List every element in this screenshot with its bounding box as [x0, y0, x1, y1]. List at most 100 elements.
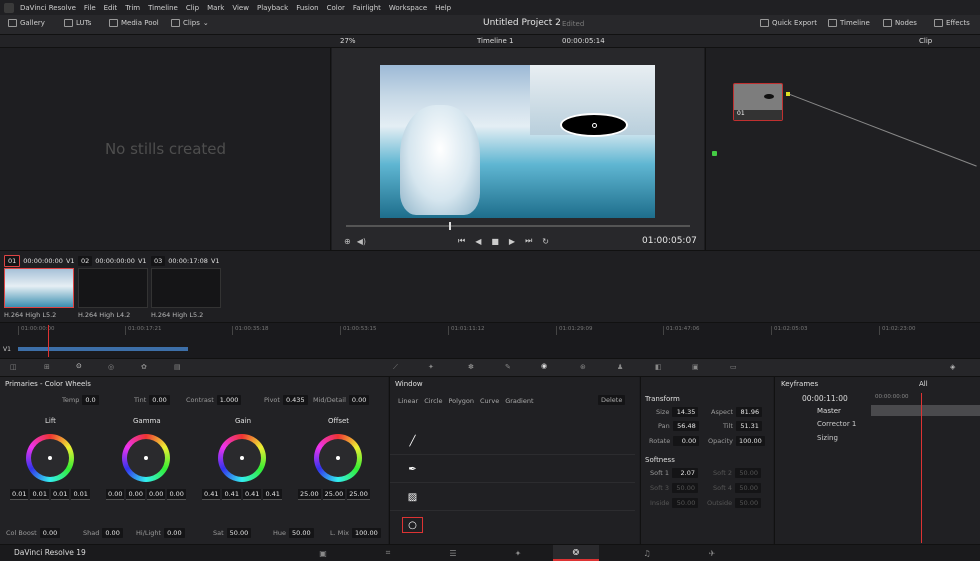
- keyframe-filter-select[interactable]: All: [919, 380, 928, 388]
- fairlight-page-icon[interactable]: ♫: [624, 545, 670, 561]
- menu-clip[interactable]: Clip: [182, 4, 203, 12]
- aspect-control[interactable]: Aspect 81.96: [711, 407, 763, 417]
- lift-values[interactable]: 0.01 0.01 0.01 0.01: [10, 489, 90, 500]
- fusion-page-icon[interactable]: ✦: [495, 545, 541, 561]
- menu-app[interactable]: DaVinci Resolve: [16, 4, 80, 12]
- cut-page-icon[interactable]: ⌗: [365, 545, 411, 561]
- saturation-control[interactable]: Sat 50.00: [213, 528, 252, 538]
- clip-thumbnail-2[interactable]: 02 00:00:00:00 V1 H.264 High L4.2: [78, 255, 150, 319]
- media-page-icon[interactable]: ▣: [300, 545, 346, 561]
- magic-mask-icon[interactable]: ♟: [617, 363, 623, 371]
- hdr-icon[interactable]: ◎: [108, 363, 114, 371]
- qualifier-icon[interactable]: ✽: [468, 363, 474, 371]
- gain-wheel[interactable]: [218, 434, 266, 482]
- rgb-mixer-icon[interactable]: ✿: [141, 363, 147, 371]
- viewer-mode-icon[interactable]: ⊕: [344, 237, 351, 246]
- tilt-control[interactable]: Tilt 51.31: [723, 421, 762, 431]
- scrubber-playhead[interactable]: [449, 222, 451, 230]
- menu-fairlight[interactable]: Fairlight: [349, 4, 385, 12]
- pan-control[interactable]: Pan 56.48: [658, 421, 699, 431]
- gamma-values[interactable]: 0.00 0.00 0.00 0.00: [106, 489, 186, 500]
- rotate-control[interactable]: Rotate 0.00: [649, 436, 700, 446]
- linear-window-row[interactable]: ╱: [390, 427, 635, 455]
- soft4-control[interactable]: Soft 4 50.00: [713, 483, 762, 493]
- curve-window-row[interactable]: ✒: [390, 455, 635, 483]
- color-match-icon[interactable]: ⊞: [44, 363, 50, 371]
- menu-file[interactable]: File: [80, 4, 100, 12]
- circle-window-button[interactable]: Circle: [424, 397, 442, 405]
- skip-end-icon[interactable]: ⏭: [525, 236, 532, 246]
- circle-window-row[interactable]: ○: [390, 511, 635, 539]
- camera-raw-icon[interactable]: ◫: [10, 363, 17, 371]
- media-pool-button[interactable]: Media Pool: [109, 19, 159, 27]
- timeline-select[interactable]: Timeline 1: [477, 37, 513, 45]
- curve-window-button[interactable]: Curve: [480, 397, 499, 405]
- edit-page-icon[interactable]: ☰: [430, 545, 476, 561]
- keyframe-row-sizing[interactable]: Sizing: [817, 434, 838, 442]
- colboost-control[interactable]: Col Boost 0.00: [6, 528, 61, 538]
- timeline-clips-bar[interactable]: [18, 347, 188, 351]
- offset-values[interactable]: 25.00 25.00 25.00: [298, 489, 370, 500]
- menu-timeline[interactable]: Timeline: [144, 4, 182, 12]
- node-mode-select[interactable]: Clip: [919, 37, 932, 45]
- temp-control[interactable]: Temp 0.0: [62, 395, 99, 405]
- sizing-icon[interactable]: ▭: [730, 363, 737, 371]
- mini-timeline[interactable]: 01:00:00:00 01:00:17:21 01:00:35:18 01:0…: [0, 322, 980, 358]
- contrast-control[interactable]: Contrast 1.000: [186, 395, 242, 405]
- menu-mark[interactable]: Mark: [203, 4, 228, 12]
- viewer-scrubber[interactable]: [346, 222, 690, 230]
- gallery-button[interactable]: Gallery: [8, 19, 45, 27]
- stop-icon[interactable]: ■: [491, 237, 499, 246]
- highlight-control[interactable]: Hi/Light 0.00: [136, 528, 185, 538]
- shadows-control[interactable]: Shad 0.00: [83, 528, 123, 538]
- soft1-control[interactable]: Soft 1 2.07: [650, 468, 699, 478]
- play-reverse-icon[interactable]: ◀: [475, 237, 481, 246]
- menu-view[interactable]: View: [228, 4, 253, 12]
- play-icon[interactable]: ▶: [509, 237, 515, 246]
- curves-icon[interactable]: ⟋: [393, 363, 398, 372]
- timeline-playhead[interactable]: [48, 325, 49, 357]
- gain-values[interactable]: 0.41 0.41 0.41 0.41: [202, 489, 282, 500]
- gradient-window-button[interactable]: Gradient: [505, 397, 533, 405]
- video-frame[interactable]: [380, 65, 655, 218]
- menu-workspace[interactable]: Workspace: [385, 4, 431, 12]
- keyframe-playhead[interactable]: [921, 393, 922, 543]
- zoom-select[interactable]: 27%: [340, 37, 356, 45]
- audio-icon[interactable]: ◀): [357, 237, 366, 246]
- offset-wheel[interactable]: [314, 434, 362, 482]
- menu-help[interactable]: Help: [431, 4, 455, 12]
- opacity-control[interactable]: Opacity 100.00: [708, 436, 765, 446]
- timeline-toggle-button[interactable]: Timeline: [828, 19, 870, 27]
- window-icon[interactable]: ◉: [541, 362, 547, 370]
- corrector-node[interactable]: 01: [733, 83, 783, 121]
- loop-icon[interactable]: ↻: [542, 237, 549, 246]
- soft3-control[interactable]: Soft 3 50.00: [650, 483, 699, 493]
- gradient-window-row[interactable]: ▨: [390, 483, 635, 511]
- outside-control[interactable]: Outside 50.00: [707, 498, 762, 508]
- menu-fusion[interactable]: Fusion: [292, 4, 322, 12]
- linear-window-button[interactable]: Linear: [398, 397, 418, 405]
- key-icon[interactable]: ▣: [692, 363, 699, 371]
- luts-button[interactable]: LUTs: [64, 19, 91, 27]
- size-control[interactable]: Size 14.35: [656, 407, 699, 417]
- color-wheels-icon[interactable]: ⊙: [76, 362, 82, 370]
- soft2-control[interactable]: Soft 2 50.00: [713, 468, 762, 478]
- tint-control[interactable]: Tint 0.00: [134, 395, 170, 405]
- keyframe-row-corrector[interactable]: Corrector 1: [817, 420, 856, 428]
- color-warper-icon[interactable]: ✦: [428, 363, 434, 371]
- lift-wheel[interactable]: [26, 434, 74, 482]
- menu-trim[interactable]: Trim: [121, 4, 144, 12]
- master-track[interactable]: [871, 405, 980, 416]
- eyedropper-icon[interactable]: ✎: [505, 363, 511, 371]
- inside-control[interactable]: Inside 50.00: [650, 498, 699, 508]
- blur-icon[interactable]: ◧: [655, 363, 662, 371]
- source-input-port[interactable]: [712, 151, 717, 156]
- window-center-handle[interactable]: [592, 123, 597, 128]
- hue-control[interactable]: Hue 50.00: [273, 528, 314, 538]
- clips-button[interactable]: Clips ⌄: [171, 19, 209, 27]
- lummix-control[interactable]: L. Mix 100.00: [330, 528, 381, 538]
- effects-toggle-button[interactable]: Effects: [934, 19, 970, 27]
- menu-edit[interactable]: Edit: [100, 4, 122, 12]
- keyframes-toggle-icon[interactable]: ◈: [950, 363, 955, 371]
- menu-playback[interactable]: Playback: [253, 4, 292, 12]
